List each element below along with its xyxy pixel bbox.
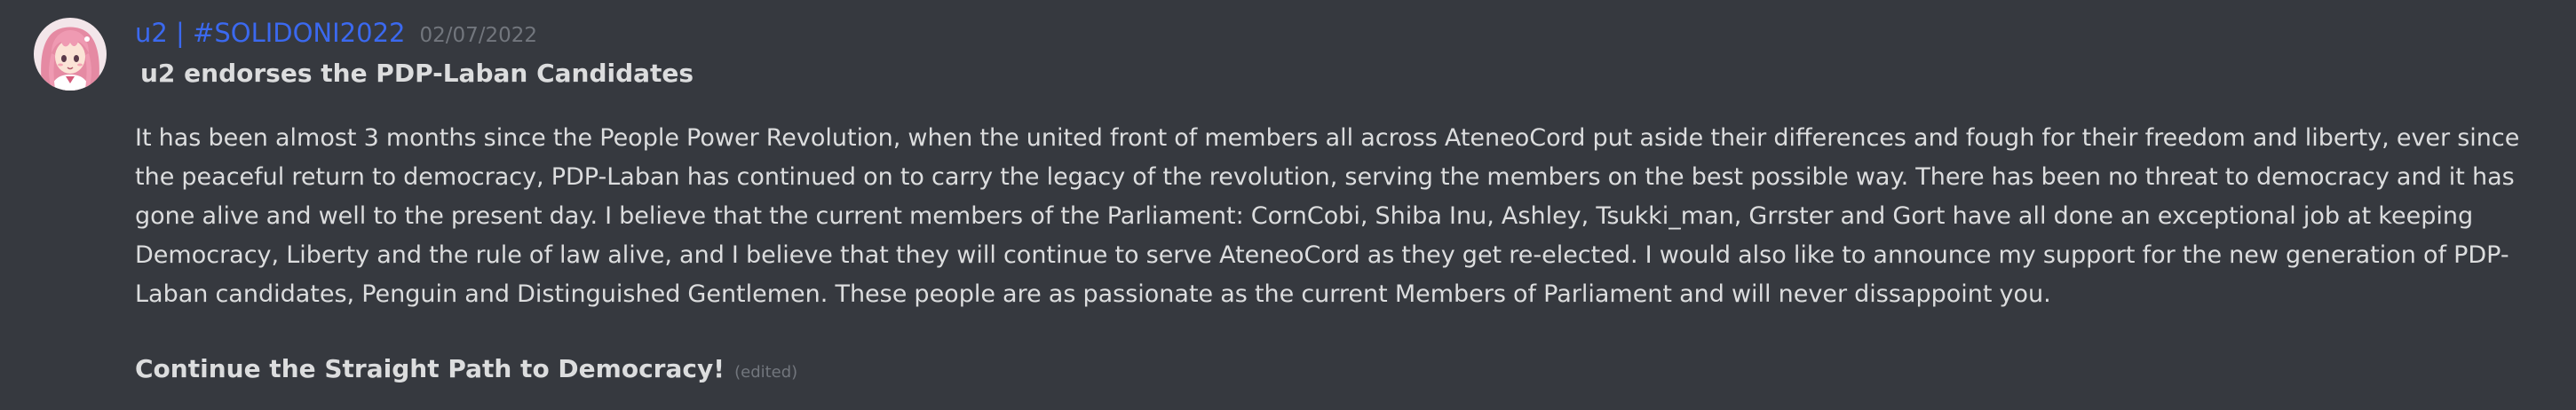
message-closing: Continue the Straight Path to Democracy!… bbox=[135, 354, 2540, 383]
anime-pink-hair-avatar-icon bbox=[34, 18, 107, 91]
message-header: u2 | #SOLIDONI2022 02/07/2022 bbox=[135, 18, 2540, 53]
message-headline: u2 endorses the PDP-Laban Candidates bbox=[140, 59, 694, 88]
edited-indicator: (edited) bbox=[734, 363, 798, 382]
closing-text: Continue the Straight Path to Democracy! bbox=[135, 354, 725, 383]
user-avatar[interactable] bbox=[34, 18, 107, 91]
chat-message: u2 | #SOLIDONI2022 02/07/2022 u2 endorse… bbox=[0, 0, 2576, 410]
author-username[interactable]: u2 | #SOLIDONI2022 bbox=[135, 18, 406, 48]
message-timestamp: 02/07/2022 bbox=[419, 24, 538, 47]
message-body: It has been almost 3 months since the Pe… bbox=[135, 124, 2520, 308]
